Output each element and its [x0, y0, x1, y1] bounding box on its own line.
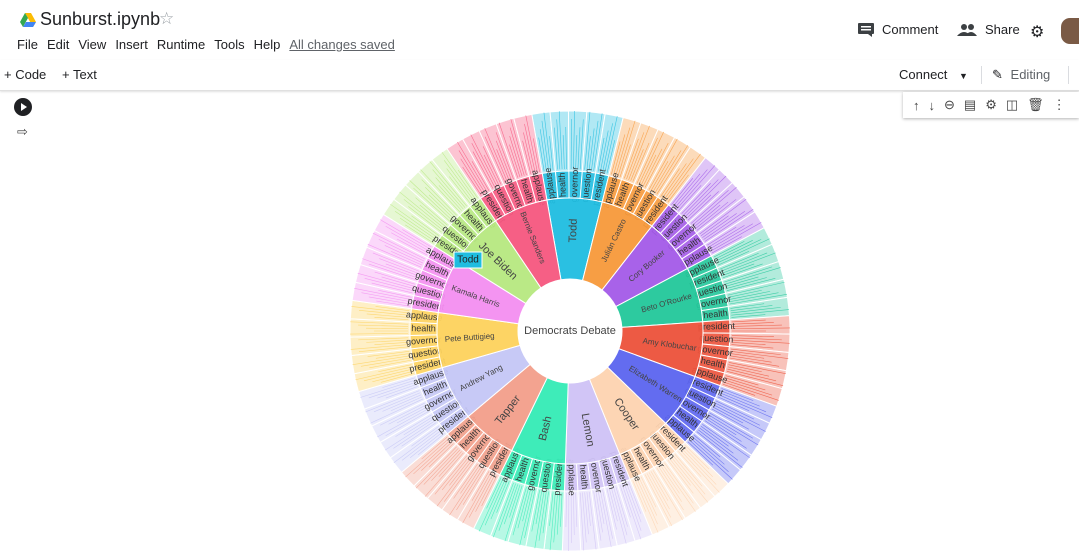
leaf-label: governor: [569, 167, 580, 203]
node-label: Todd: [567, 218, 580, 242]
svg-text:Todd: Todd: [457, 255, 479, 266]
leaf-label: health: [411, 323, 436, 333]
leaf-label: question: [699, 333, 734, 345]
root-label: Democrats Debate: [524, 325, 616, 337]
leaf-label: health: [557, 172, 568, 197]
leaf-label: applause: [567, 459, 577, 496]
hover-tooltip: Todd: [453, 251, 483, 269]
sunburst-chart: applause health governor questionpresidentT…: [349, 110, 791, 552]
